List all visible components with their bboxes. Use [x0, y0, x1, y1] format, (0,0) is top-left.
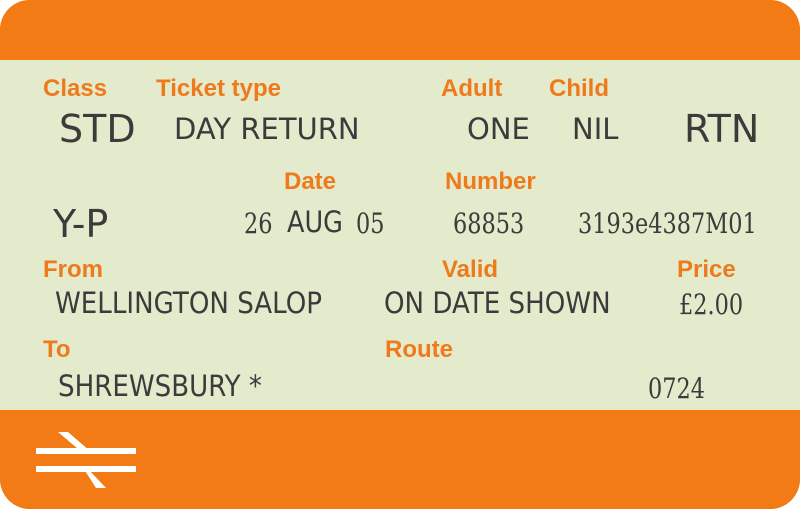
code-value: Y-P — [53, 202, 109, 246]
child-label: Child — [549, 75, 609, 102]
class-label: Class — [43, 75, 108, 102]
number-label: Number — [445, 168, 536, 195]
journey-type-value: RTN — [684, 107, 760, 151]
double-arrow-icon — [36, 432, 136, 488]
ticket-type-label: Ticket type — [156, 75, 281, 102]
to-label: To — [43, 336, 71, 363]
date-day-value: 26 — [244, 207, 273, 240]
number-value: 68853 — [453, 207, 525, 240]
child-value: NIL — [572, 112, 619, 146]
price-value: £2.00 — [679, 288, 744, 321]
ticket-type-value: DAY RETURN — [174, 112, 360, 146]
date-label: Date — [284, 168, 337, 195]
adult-value: ONE — [467, 112, 530, 146]
route-label: Route — [385, 336, 453, 363]
class-value: STD — [59, 107, 136, 151]
ticket-top-band — [0, 0, 800, 60]
valid-label: Valid — [442, 256, 499, 283]
route-code-value: 0724 — [648, 372, 706, 405]
valid-value: ON DATE SHOWN — [384, 286, 611, 320]
adult-label: Adult — [441, 75, 503, 102]
from-value: WELLINGTON SALOP — [55, 286, 323, 320]
from-label: From — [43, 256, 103, 283]
date-year-value: 05 — [356, 207, 385, 240]
rail-ticket: Class Ticket type Adult Child STD DAY RE… — [0, 0, 800, 509]
serial-value: 3193e4387M01 — [578, 207, 757, 240]
date-month-value: AUG — [287, 205, 343, 239]
price-label: Price — [677, 256, 736, 283]
to-value: SHREWSBURY * — [58, 369, 262, 403]
